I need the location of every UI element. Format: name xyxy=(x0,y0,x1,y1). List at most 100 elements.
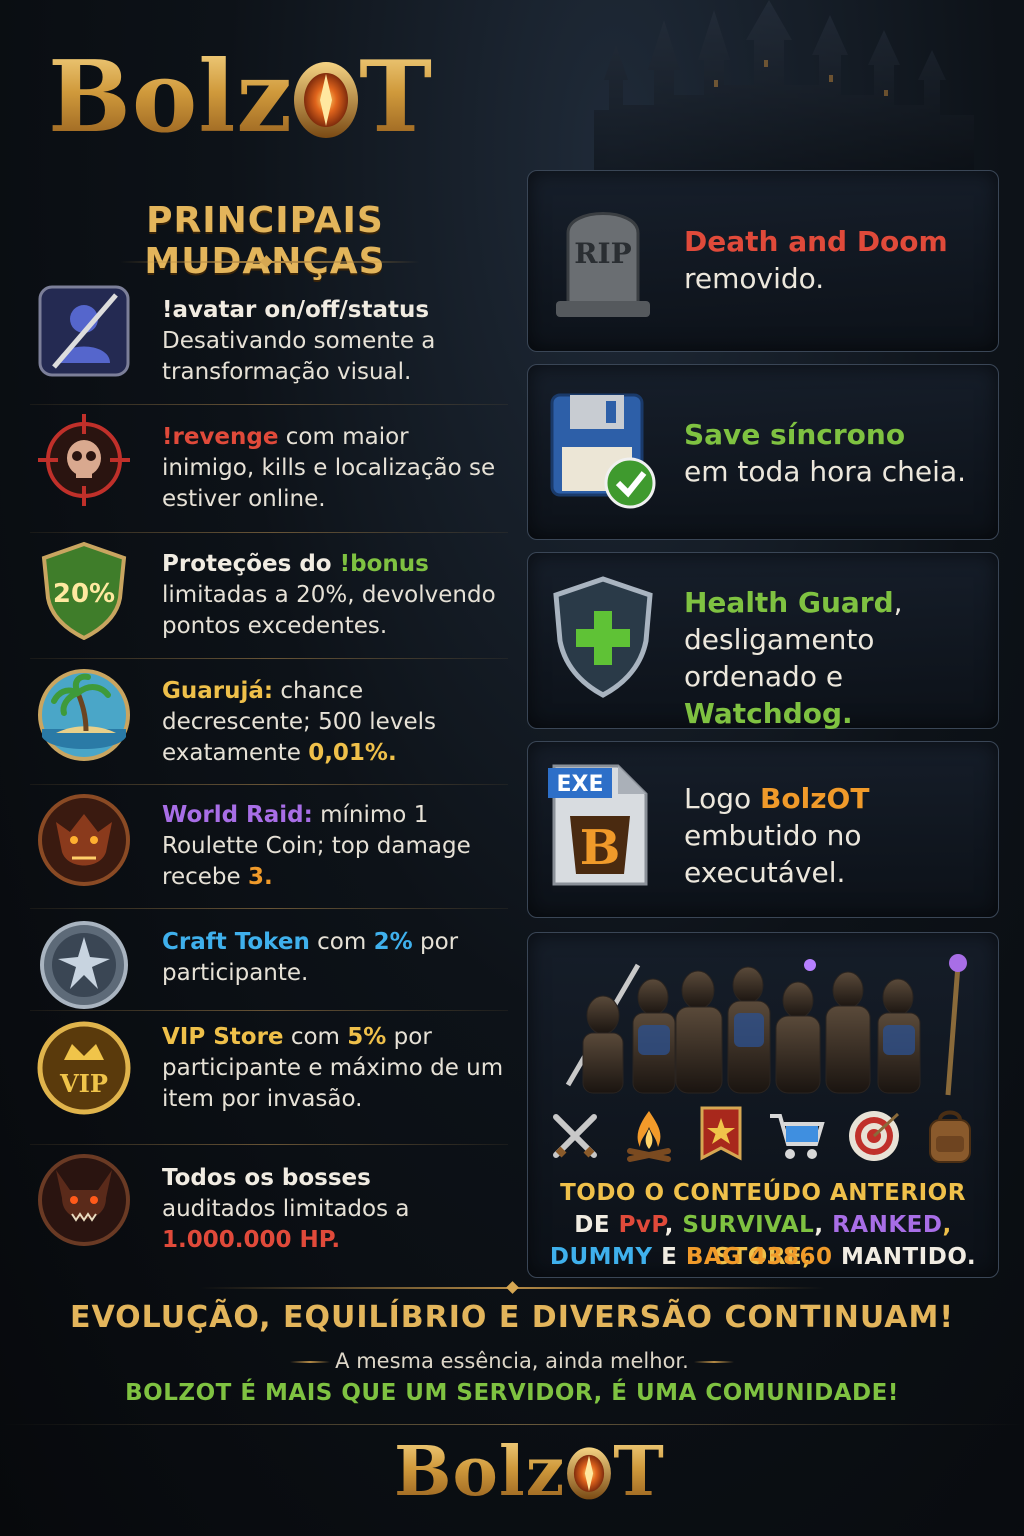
text-segment: limitadas a 20%, devolvendo pontos exced… xyxy=(162,582,496,639)
logo-gem-o-icon xyxy=(294,61,359,138)
svg-text:B: B xyxy=(580,820,621,876)
text-segment: 5% xyxy=(347,1024,387,1050)
feature-card: RIP Death and Doom removido. xyxy=(527,170,999,352)
text-segment: BolzOT xyxy=(760,782,870,815)
svg-text:20%: 20% xyxy=(53,579,115,609)
change-description: VIP Store com 5% por participante e máxi… xyxy=(162,1022,508,1115)
text-segment: Death and Doom xyxy=(684,225,948,258)
svg-text:VIP: VIP xyxy=(59,1069,108,1098)
text-segment: !revenge xyxy=(162,424,279,450)
change-description: !avatar on/off/status Desativando somente… xyxy=(162,295,508,388)
footer-slogan: EVOLUÇÃO, EQUILÍBRIO E DIVERSÃO CONTINUA… xyxy=(69,1300,955,1335)
text-segment: 2% xyxy=(373,929,413,955)
logo-suffix: T xyxy=(359,40,434,155)
bottom-logo: Bolz T xyxy=(394,1432,665,1512)
text-segment: 3. xyxy=(247,864,273,890)
backpack-icon xyxy=(929,1110,971,1163)
change-description: World Raid: mínimo 1 Roulette Coin; top … xyxy=(162,800,508,893)
footer-tagline: A mesma essência, ainda melhor. xyxy=(335,1349,689,1373)
tombstone-icon: RIP xyxy=(548,193,658,327)
row-divider xyxy=(30,1144,508,1145)
top-logo: Bolz T xyxy=(48,40,433,155)
card-description: Health Guard, desligamento ordenado e Wa… xyxy=(684,584,984,732)
change-description: Craft Token com 2% por participante. xyxy=(162,927,508,989)
legacy-content-card: TODO O CONTEÚDO ANTERIOR DE PvP, SURVIVA… xyxy=(527,932,999,1278)
row-divider xyxy=(30,404,508,405)
text-segment: Health Guard xyxy=(684,586,894,619)
text-segment: 0,01%. xyxy=(308,740,397,766)
campfire-icon xyxy=(627,1111,671,1162)
crossed-swords-icon xyxy=(553,1114,597,1158)
legacy-line-3: DUMMY E BAG 43860 MANTIDO. xyxy=(528,1241,998,1273)
text-segment: RANKED xyxy=(832,1212,943,1238)
legacy-icons-row xyxy=(548,1101,978,1171)
text-segment: DUMMY xyxy=(549,1244,653,1270)
vip-crown-icon: VIP xyxy=(36,1020,132,1116)
card-description: Save síncrono em toda hora cheia. xyxy=(684,416,984,490)
bottom-logo-prefix: Bolz xyxy=(394,1432,566,1512)
castle-silhouette xyxy=(594,0,974,170)
text-segment: Save síncrono xyxy=(684,418,906,451)
banner-star-icon xyxy=(700,1106,742,1161)
feature-card: EXE B Logo BolzOT embutido no executável. xyxy=(527,741,999,918)
feature-card: Health Guard, desligamento ordenado e Wa… xyxy=(527,552,999,732)
bottom-logo-gem-o-icon xyxy=(567,1447,612,1500)
row-divider xyxy=(30,1010,508,1011)
page-headline: PRINCIPAIS MUDANÇAS xyxy=(144,200,384,282)
palm-island-icon xyxy=(36,667,132,763)
text-segment: Watchdog. xyxy=(684,697,853,730)
text-segment: BAG 43860 xyxy=(685,1244,833,1270)
svg-text:EXE: EXE xyxy=(556,772,603,797)
text-segment: !bonus xyxy=(339,551,429,577)
feature-card: Save síncrono em toda hora cheia. xyxy=(527,364,999,540)
text-segment: removido. xyxy=(684,262,825,295)
text-segment: Craft Token xyxy=(162,929,310,955)
card-description: Death and Doom removido. xyxy=(684,223,984,297)
floppy-check-icon xyxy=(548,391,658,515)
text-segment: , xyxy=(664,1212,683,1238)
avatar-off-icon xyxy=(36,283,132,379)
text-segment: Proteções do xyxy=(162,551,340,577)
dragon-head-icon xyxy=(36,792,132,888)
text-segment: Logo xyxy=(684,782,761,815)
text-segment: TODO O CONTEÚDO ANTERIOR xyxy=(560,1180,966,1206)
crosshair-skull-icon xyxy=(36,412,132,508)
footer-divider xyxy=(0,1424,1024,1425)
text-segment: MANTIDO. xyxy=(832,1244,977,1270)
row-divider xyxy=(30,784,508,785)
logo-prefix: Bolz xyxy=(48,40,294,155)
legacy-line-1: TODO O CONTEÚDO ANTERIOR xyxy=(528,1177,998,1209)
bottom-logo-suffix: T xyxy=(613,1432,665,1512)
text-segment: em toda hora cheia. xyxy=(684,455,966,488)
text-segment: com xyxy=(309,929,374,955)
text-segment: !avatar on/off/status xyxy=(162,297,430,323)
text-segment: Guarujá: xyxy=(162,678,274,704)
target-icon xyxy=(849,1111,900,1161)
footer-community: BOLZOT É MAIS QUE UM SERVIDOR, É UMA COM… xyxy=(125,1380,899,1406)
change-description: !revenge com maior inimigo, kills e loca… xyxy=(162,422,508,515)
heroes-group-illustration xyxy=(565,954,967,1096)
text-segment: com xyxy=(283,1024,348,1050)
text-segment: Todos os bosses xyxy=(162,1165,371,1191)
exe-file-icon: EXE B xyxy=(548,760,652,894)
change-description: Todos os bosses auditados limitados a 1.0… xyxy=(162,1163,508,1256)
text-segment: PvP xyxy=(618,1212,665,1238)
footer-ornament-diamond xyxy=(506,1281,519,1294)
text-segment: SURVIVAL xyxy=(682,1212,815,1238)
text-segment: 1.000.000 HP. xyxy=(162,1227,341,1253)
row-divider xyxy=(30,532,508,533)
text-segment: Desativando somente a transformação visu… xyxy=(162,328,436,385)
shield-20-icon: 20% xyxy=(36,540,132,641)
text-segment: E xyxy=(652,1244,686,1270)
row-divider xyxy=(30,658,508,659)
change-description: Proteções do !bonus limitadas a 20%, devo… xyxy=(162,549,508,642)
text-segment: World Raid: xyxy=(162,802,313,828)
change-description: Guarujá: chance decrescente; 500 levels … xyxy=(162,676,508,769)
shopping-cart-icon xyxy=(770,1114,825,1159)
row-divider xyxy=(30,908,508,909)
text-segment: , xyxy=(814,1212,833,1238)
text-segment: embutido no executável. xyxy=(684,819,862,889)
svg-text:RIP: RIP xyxy=(574,237,631,270)
shield-plus-icon xyxy=(548,575,658,703)
text-segment: auditados limitados a xyxy=(162,1196,410,1222)
